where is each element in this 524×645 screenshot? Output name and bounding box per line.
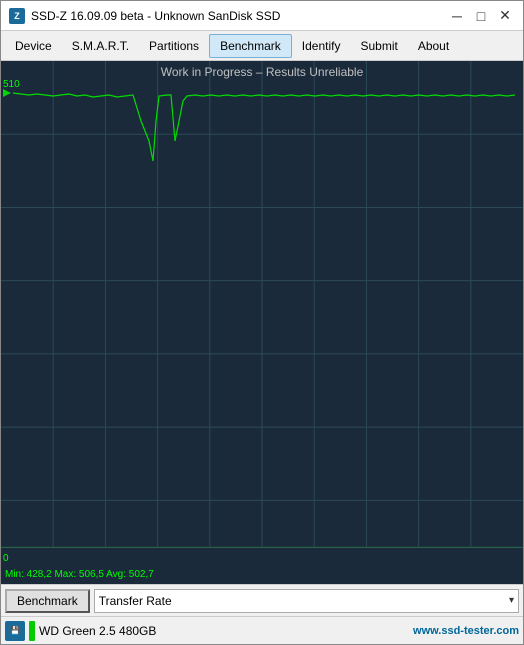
bottom-controls: Benchmark Transfer Rate ▾ <box>1 584 523 616</box>
chart-title: Work in Progress – Results Unreliable <box>1 65 523 79</box>
drive-icon: 💾 <box>5 621 25 641</box>
minimize-button[interactable]: ─ <box>447 6 467 26</box>
menu-benchmark[interactable]: Benchmark <box>209 34 292 58</box>
title-bar: Z SSD-Z 16.09.09 beta - Unknown SanDisk … <box>1 1 523 31</box>
window-controls: ─ □ ✕ <box>447 6 515 26</box>
menu-bar: Device S.M.A.R.T. Partitions Benchmark I… <box>1 31 523 61</box>
maximize-button[interactable]: □ <box>471 6 491 26</box>
window-title: SSD-Z 16.09.09 beta - Unknown SanDisk SS… <box>31 9 280 23</box>
app-icon: Z <box>9 8 25 24</box>
transfer-rate-dropdown[interactable]: Transfer Rate ▾ <box>94 589 519 613</box>
menu-device[interactable]: Device <box>5 35 62 57</box>
website-url: www.ssd-tester.com <box>413 625 519 637</box>
menu-partitions[interactable]: Partitions <box>139 35 209 57</box>
chart-svg <box>1 61 523 584</box>
drive-health-indicator <box>29 621 35 641</box>
chart-y-min: 0 <box>3 553 9 564</box>
chart-stats: Min: 428,2 Max: 506,5 Avg: 502,7 <box>5 569 154 580</box>
status-bar: 💾 WD Green 2.5 480GB www.ssd-tester.com <box>1 616 523 644</box>
benchmark-chart: Work in Progress – Results Unreliable 51… <box>1 61 523 584</box>
benchmark-button[interactable]: Benchmark <box>5 589 90 613</box>
menu-about[interactable]: About <box>408 35 459 57</box>
dropdown-value: Transfer Rate <box>99 594 172 608</box>
close-button[interactable]: ✕ <box>495 6 515 26</box>
device-label: WD Green 2.5 480GB <box>39 624 409 638</box>
menu-submit[interactable]: Submit <box>350 35 407 57</box>
menu-smart[interactable]: S.M.A.R.T. <box>62 35 139 57</box>
dropdown-arrow-icon: ▾ <box>509 595 514 606</box>
menu-identify[interactable]: Identify <box>292 35 351 57</box>
chart-y-max: 510 <box>3 79 20 90</box>
main-window: Z SSD-Z 16.09.09 beta - Unknown SanDisk … <box>0 0 524 645</box>
title-bar-left: Z SSD-Z 16.09.09 beta - Unknown SanDisk … <box>9 8 280 24</box>
